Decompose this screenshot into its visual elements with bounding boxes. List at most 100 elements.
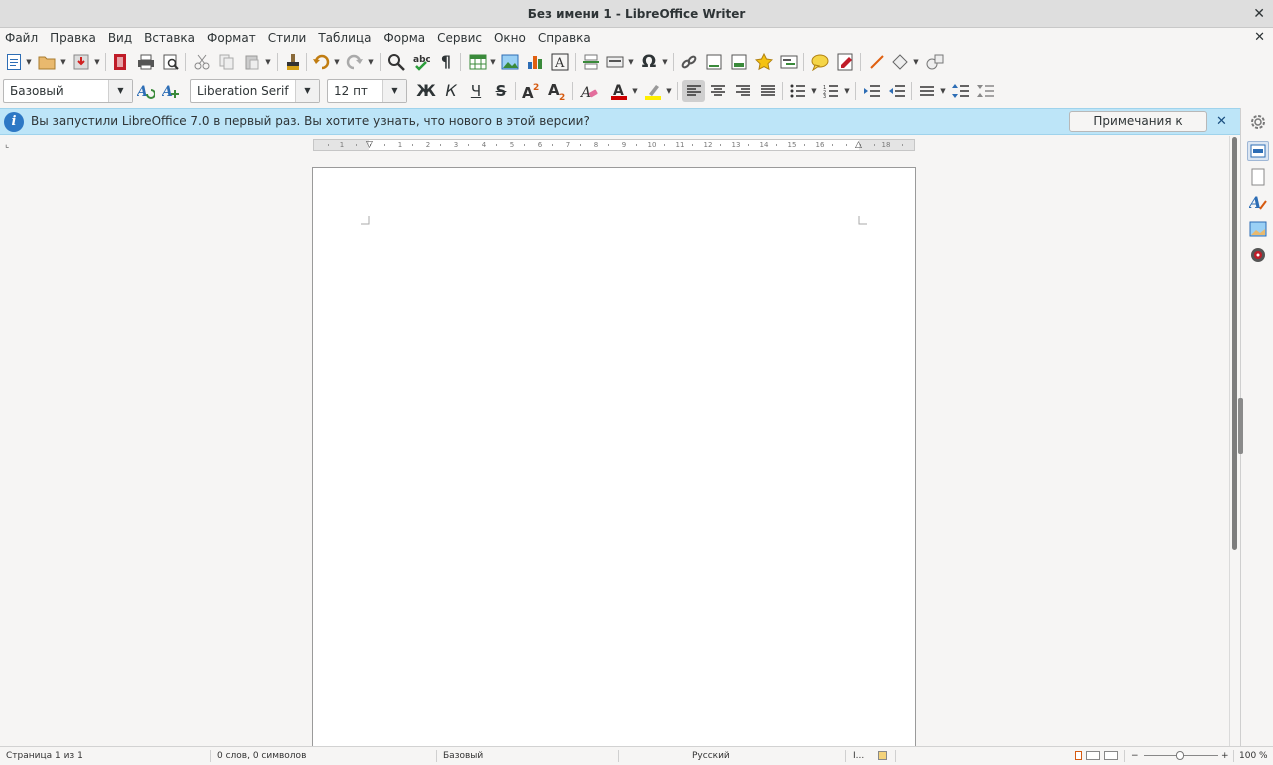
decrease-indent-icon[interactable] bbox=[887, 81, 907, 101]
sidebar-settings-icon[interactable] bbox=[1247, 112, 1269, 132]
menu-help[interactable]: Справка bbox=[532, 28, 597, 48]
sidebar-resize-handle[interactable] bbox=[1238, 398, 1243, 454]
update-style-icon[interactable]: A bbox=[136, 81, 156, 101]
print-preview-icon[interactable] bbox=[161, 52, 181, 72]
paragraph-style-dropdown-icon[interactable]: ▼ bbox=[108, 80, 132, 102]
menu-insert[interactable]: Вставка bbox=[138, 28, 201, 48]
multi-page-view-icon[interactable] bbox=[1086, 751, 1100, 760]
draw-functions-icon[interactable] bbox=[925, 52, 945, 72]
align-right-button[interactable] bbox=[733, 81, 753, 101]
menu-edit[interactable]: Правка bbox=[44, 28, 102, 48]
book-view-icon[interactable] bbox=[1104, 751, 1118, 760]
font-name-combo[interactable]: Liberation Serif ▼ bbox=[190, 79, 320, 103]
decrease-paragraph-spacing-icon[interactable] bbox=[976, 81, 996, 101]
open-icon[interactable] bbox=[37, 52, 57, 72]
properties-icon[interactable] bbox=[1247, 141, 1269, 161]
ordered-list-dropdown-icon[interactable]: ▼ bbox=[843, 81, 851, 101]
print-icon[interactable] bbox=[136, 52, 156, 72]
bookmark-icon[interactable] bbox=[754, 52, 774, 72]
line-spacing-icon[interactable] bbox=[917, 81, 937, 101]
zoom-out-icon[interactable]: − bbox=[1131, 747, 1139, 765]
infobar-close-icon[interactable]: ✕ bbox=[1216, 109, 1227, 134]
cut-icon[interactable] bbox=[192, 52, 212, 72]
font-size-combo[interactable]: 12 пт ▼ bbox=[327, 79, 407, 103]
navigator-icon[interactable] bbox=[1247, 245, 1269, 265]
horizontal-ruler[interactable]: 1 1 2 3 4 5 6 7 8 9 10 11 12 13 14 15 16 18 ▽ △ bbox=[313, 139, 915, 151]
menu-format[interactable]: Формат bbox=[201, 28, 262, 48]
insert-chart-icon[interactable] bbox=[525, 52, 545, 72]
insert-table-icon[interactable] bbox=[468, 52, 488, 72]
zoom-in-icon[interactable]: + bbox=[1221, 747, 1229, 765]
basic-shapes-icon[interactable] bbox=[890, 52, 910, 72]
unordered-list-dropdown-icon[interactable]: ▼ bbox=[810, 81, 818, 101]
scrollbar-thumb[interactable] bbox=[1232, 137, 1237, 550]
tab-type-icon[interactable]: ⌞ bbox=[5, 140, 9, 150]
clone-formatting-icon[interactable] bbox=[283, 52, 303, 72]
unordered-list-icon[interactable] bbox=[788, 81, 808, 101]
undo-icon[interactable] bbox=[311, 52, 331, 72]
table-dropdown-icon[interactable]: ▼ bbox=[489, 52, 497, 72]
font-name-dropdown-icon[interactable]: ▼ bbox=[295, 80, 319, 102]
font-color-dropdown-icon[interactable]: ▼ bbox=[631, 81, 639, 101]
page-break-icon[interactable] bbox=[581, 52, 601, 72]
new-dropdown-icon[interactable]: ▼ bbox=[25, 52, 33, 72]
formatting-marks-icon[interactable]: ¶ bbox=[436, 52, 456, 72]
gallery-icon[interactable] bbox=[1247, 219, 1269, 239]
increase-paragraph-spacing-icon[interactable] bbox=[951, 81, 971, 101]
font-size-dropdown-icon[interactable]: ▼ bbox=[382, 80, 406, 102]
shapes-dropdown-icon[interactable]: ▼ bbox=[912, 52, 920, 72]
styles-icon[interactable]: A bbox=[1247, 192, 1269, 212]
insert-image-icon[interactable] bbox=[500, 52, 520, 72]
bold-button[interactable]: Ж bbox=[416, 81, 436, 101]
insert-textbox-icon[interactable]: A bbox=[550, 52, 570, 72]
spellcheck-icon[interactable]: abc bbox=[411, 52, 431, 72]
comment-icon[interactable] bbox=[810, 52, 830, 72]
right-indent-marker[interactable]: △ bbox=[855, 140, 862, 150]
document-close-icon[interactable]: ✕ bbox=[1254, 28, 1265, 48]
justify-button[interactable] bbox=[758, 81, 778, 101]
redo-icon[interactable] bbox=[345, 52, 365, 72]
cross-reference-icon[interactable] bbox=[779, 52, 799, 72]
copy-icon[interactable] bbox=[217, 52, 237, 72]
subscript-icon[interactable]: A2 bbox=[547, 81, 567, 101]
align-left-button[interactable] bbox=[682, 80, 705, 102]
redo-dropdown-icon[interactable]: ▼ bbox=[367, 52, 375, 72]
line-icon[interactable] bbox=[867, 52, 887, 72]
strikethrough-button[interactable]: S bbox=[491, 81, 511, 101]
release-notes-button[interactable]: Примечания к выпуску bbox=[1069, 111, 1207, 147]
increase-indent-icon[interactable] bbox=[862, 81, 882, 101]
paragraph-style-combo[interactable]: Базовый ▼ bbox=[3, 79, 133, 103]
special-char-dropdown-icon[interactable]: ▼ bbox=[661, 52, 669, 72]
field-dropdown-icon[interactable]: ▼ bbox=[627, 52, 635, 72]
underline-button[interactable]: Ч bbox=[466, 81, 486, 101]
highlight-dropdown-icon[interactable]: ▼ bbox=[665, 81, 673, 101]
insert-mode[interactable]: I... bbox=[853, 747, 864, 765]
footnote-icon[interactable] bbox=[704, 52, 724, 72]
zoom-slider-thumb[interactable] bbox=[1176, 751, 1184, 760]
new-document-icon[interactable] bbox=[4, 52, 24, 72]
window-close-icon[interactable]: ✕ bbox=[1253, 0, 1265, 28]
hyperlink-icon[interactable] bbox=[679, 52, 699, 72]
single-page-view-icon[interactable] bbox=[1075, 751, 1082, 760]
document-page[interactable] bbox=[312, 167, 916, 746]
menu-table[interactable]: Таблица bbox=[312, 28, 377, 48]
highlight-color-icon[interactable] bbox=[643, 81, 663, 101]
paste-icon[interactable] bbox=[242, 52, 262, 72]
find-replace-icon[interactable] bbox=[386, 52, 406, 72]
track-changes-icon[interactable] bbox=[836, 52, 856, 72]
menu-view[interactable]: Вид bbox=[102, 28, 138, 48]
menu-styles[interactable]: Стили bbox=[262, 28, 313, 48]
insert-field-icon[interactable] bbox=[605, 52, 625, 72]
align-center-button[interactable] bbox=[708, 81, 728, 101]
page-count[interactable]: Страница 1 из 1 bbox=[6, 747, 83, 765]
endnote-icon[interactable] bbox=[729, 52, 749, 72]
new-style-icon[interactable]: A bbox=[161, 81, 181, 101]
italic-button[interactable]: К bbox=[441, 81, 461, 101]
ordered-list-icon[interactable]: 123 bbox=[821, 81, 841, 101]
menu-form[interactable]: Форма bbox=[377, 28, 431, 48]
save-dropdown-icon[interactable]: ▼ bbox=[93, 52, 101, 72]
undo-dropdown-icon[interactable]: ▼ bbox=[333, 52, 341, 72]
special-character-icon[interactable]: Ω bbox=[639, 52, 659, 72]
superscript-icon[interactable]: A2 bbox=[521, 81, 541, 101]
word-count[interactable]: 0 слов, 0 символов bbox=[217, 747, 306, 765]
